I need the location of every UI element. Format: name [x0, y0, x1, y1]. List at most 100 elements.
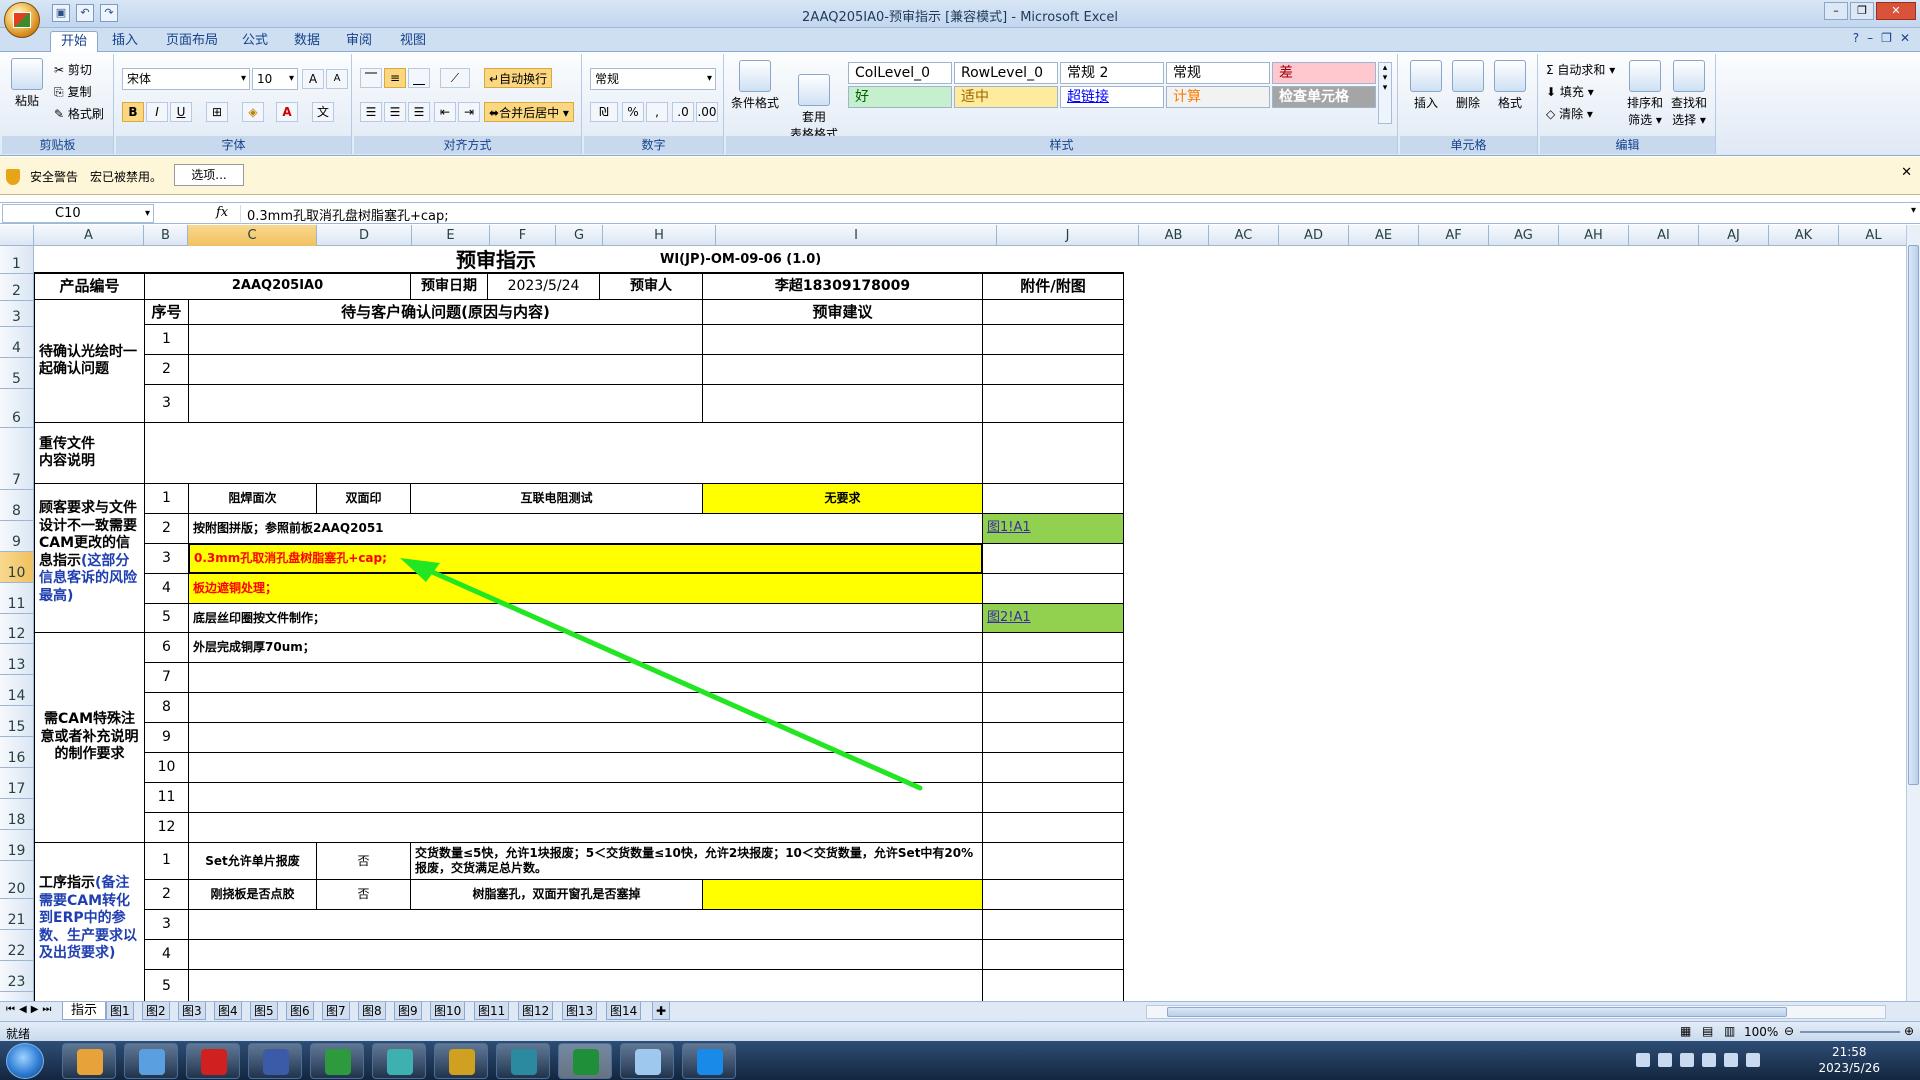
- seq-number-cell[interactable]: 12: [144, 812, 189, 843]
- set-scrap-value-cell[interactable]: 否: [316, 842, 411, 880]
- attachment-cell[interactable]: [982, 384, 1124, 423]
- name-box[interactable]: C10: [2, 204, 154, 223]
- minimize-icon[interactable]: –: [1824, 2, 1848, 20]
- restore-icon[interactable]: ❐: [1850, 2, 1874, 20]
- column-header[interactable]: AK: [1769, 225, 1839, 246]
- shrink-font-icon[interactable]: A: [326, 69, 348, 89]
- instruction-cell[interactable]: [188, 909, 983, 940]
- taskbar-app-shell[interactable]: [62, 1043, 116, 1079]
- attachment-cell[interactable]: [982, 422, 1124, 484]
- row-header[interactable]: 18: [0, 799, 34, 830]
- sheet-tab[interactable]: 图1: [106, 1002, 134, 1020]
- column-header[interactable]: G: [556, 225, 603, 246]
- taskbar-app-save[interactable]: [248, 1043, 302, 1079]
- seq-number-cell[interactable]: 2: [144, 513, 189, 544]
- row-header[interactable]: 9: [0, 521, 34, 552]
- delivery-rule-cell[interactable]: 交货数量≤5快，允许1块报废；5＜交货数量≤10快，允许2块报废；10＜交货数量…: [410, 842, 983, 880]
- row-header[interactable]: 2: [0, 274, 34, 301]
- section-diff-cell[interactable]: 顾客要求与文件设计不一致需要CAM更改的信息指示(这部分信息客诉的风险最高): [34, 483, 145, 633]
- column-header[interactable]: AI: [1629, 225, 1699, 246]
- tray-icon[interactable]: [1636, 1053, 1650, 1067]
- phonetic-icon[interactable]: 文: [312, 102, 334, 122]
- seq-number-cell[interactable]: 3: [144, 909, 189, 940]
- attachment-cell[interactable]: [982, 632, 1124, 663]
- column-header[interactable]: C: [188, 225, 317, 246]
- seq-number-cell[interactable]: 8: [144, 692, 189, 723]
- figure-link-1[interactable]: 图1!A1: [982, 513, 1124, 544]
- wrap-text-button[interactable]: ↵自动换行: [484, 68, 553, 88]
- align-top-icon[interactable]: ⎺: [360, 68, 382, 88]
- increase-indent-icon[interactable]: ⇥: [458, 102, 480, 122]
- sheet-tab[interactable]: 指示: [62, 1002, 107, 1020]
- advice-cell[interactable]: [702, 384, 983, 423]
- seq-number-cell[interactable]: 2: [144, 354, 189, 385]
- row-header[interactable]: 12: [0, 614, 34, 644]
- cell-style[interactable]: 适中: [954, 86, 1058, 108]
- view-break-icon[interactable]: ▥: [1724, 1024, 1735, 1038]
- sheet-tab[interactable]: 图6: [286, 1002, 314, 1020]
- seq-number-cell[interactable]: 10: [144, 752, 189, 783]
- vertical-scrollbar[interactable]: [1906, 225, 1920, 1001]
- increase-decimal-icon[interactable]: .0: [672, 102, 694, 122]
- sheet-tab[interactable]: 图14: [606, 1002, 642, 1020]
- horizontal-scrollbar[interactable]: [1146, 1005, 1886, 1019]
- merge-center-button[interactable]: ⬌合并后居中 ▾: [484, 102, 574, 122]
- instruction-cell[interactable]: [188, 662, 983, 693]
- tab-review[interactable]: 审阅: [336, 31, 382, 52]
- section-resend-cell[interactable]: 重传文件 内容说明: [34, 422, 145, 484]
- instruction-cell[interactable]: [188, 722, 983, 753]
- date-label-cell[interactable]: 预审日期: [410, 273, 488, 300]
- seq-number-cell[interactable]: 5: [144, 969, 189, 1001]
- options-button[interactable]: 选项...: [174, 164, 244, 186]
- attachment-cell[interactable]: [982, 969, 1124, 1001]
- row-header[interactable]: 24: [0, 992, 34, 1001]
- row-header[interactable]: 13: [0, 644, 34, 675]
- taskbar-app-fish2[interactable]: [496, 1043, 550, 1079]
- row-header[interactable]: 6: [0, 389, 34, 428]
- format-button[interactable]: 格式: [1490, 60, 1530, 111]
- issue-cell[interactable]: [188, 324, 703, 355]
- date-cell[interactable]: 2023/5/24: [487, 273, 600, 300]
- office-button[interactable]: [4, 2, 40, 38]
- format-painter-button[interactable]: ✎ 格式刷: [54, 104, 104, 124]
- zoom-slider[interactable]: [1800, 1031, 1900, 1033]
- seq-number-cell[interactable]: 2: [144, 879, 189, 910]
- help-tray-icon[interactable]: [1658, 1053, 1672, 1067]
- double-print-cell[interactable]: 双面印: [316, 483, 411, 514]
- ribbon-restore-icon[interactable]: ❐: [1881, 31, 1892, 45]
- cut-button[interactable]: ✂ 剪切: [54, 60, 92, 80]
- row-header[interactable]: 21: [0, 899, 34, 930]
- issue-header-cell[interactable]: 待与客户确认问题(原因与内容): [188, 299, 703, 325]
- row-header[interactable]: 10: [0, 552, 34, 583]
- close-security-icon[interactable]: ✕: [1901, 165, 1912, 180]
- select-all-corner[interactable]: [0, 225, 34, 246]
- seq-header-cell[interactable]: 序号: [144, 299, 189, 325]
- product-cell[interactable]: 2AAQ205IA0: [144, 273, 411, 300]
- font-color-icon[interactable]: A: [276, 102, 298, 122]
- seq-number-cell[interactable]: 3: [144, 384, 189, 423]
- tab-data[interactable]: 数据: [284, 31, 330, 52]
- instruction-cell[interactable]: 按附图拼版；参照前板2AAQ2051: [188, 513, 983, 544]
- zoom-out-icon[interactable]: ⊖: [1784, 1024, 1794, 1038]
- taskbar-app-fish[interactable]: [372, 1043, 426, 1079]
- tab-view[interactable]: 视图: [390, 31, 436, 52]
- seq-number-cell[interactable]: 11: [144, 782, 189, 813]
- cell-style[interactable]: 超链接: [1060, 86, 1164, 108]
- clock[interactable]: 21:58 2023/5/26: [1818, 1044, 1880, 1076]
- number-format-combo[interactable]: 常规: [590, 68, 716, 90]
- advice-header-cell[interactable]: 预审建议: [702, 299, 983, 325]
- attachment-cell[interactable]: [982, 692, 1124, 723]
- close-icon[interactable]: ✕: [1876, 2, 1916, 20]
- row-header[interactable]: 8: [0, 490, 34, 521]
- sheet-title[interactable]: 预审指示 WI(JP)-OM-09-06 (1.0): [34, 246, 1124, 273]
- resend-content-cell[interactable]: [144, 422, 983, 484]
- sort-filter-button[interactable]: 排序和 筛选 ▾: [1624, 60, 1666, 128]
- advice-cell[interactable]: [702, 324, 983, 355]
- styles-scroll[interactable]: ▴ ▾ ▾: [1378, 62, 1392, 124]
- fill-button[interactable]: ⬇ 填充 ▾: [1546, 82, 1594, 102]
- attachment-cell[interactable]: [982, 812, 1124, 843]
- taskbar-app-excel[interactable]: [558, 1043, 612, 1079]
- attachment-cell[interactable]: [982, 483, 1124, 514]
- bold-button[interactable]: B: [122, 102, 144, 122]
- view-layout-icon[interactable]: ▤: [1702, 1024, 1713, 1038]
